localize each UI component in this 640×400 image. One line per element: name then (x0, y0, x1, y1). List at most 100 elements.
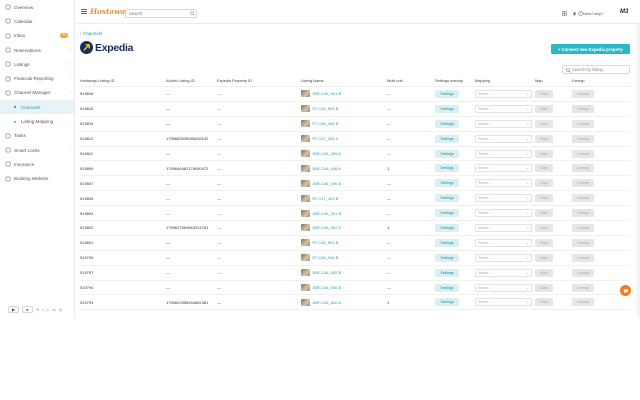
map-button[interactable]: Map (535, 298, 553, 307)
unmap-button[interactable]: Unmap (572, 119, 594, 128)
sidebar-item-booking-website[interactable]: Booking Website (0, 172, 74, 186)
sidebar-item-calendar[interactable]: Calendar (0, 14, 74, 28)
map-button[interactable]: Map (535, 268, 553, 277)
settings-button[interactable]: Settings (435, 134, 459, 143)
bell-icon[interactable] (572, 11, 577, 16)
settings-button[interactable]: Settings (435, 149, 459, 158)
map-button[interactable]: Map (535, 238, 553, 247)
settings-button[interactable]: Settings (435, 194, 459, 203)
sidebar-item-tasks[interactable]: Tasks (0, 129, 74, 143)
listing-name-link[interactable]: ST-C46_504 B (312, 106, 338, 111)
sidebar-item-listings[interactable]: Listings › (0, 57, 74, 71)
unmap-button[interactable]: Unmap (572, 179, 594, 188)
map-button[interactable]: Map (535, 104, 553, 113)
listing-name-link[interactable]: 1BR-C46_405 A (312, 151, 341, 156)
listing-name-link[interactable]: 1BR-C46_201 B (312, 211, 341, 216)
mapping-select[interactable]: Select... ⌄ (475, 238, 532, 247)
user-avatar[interactable]: M3 (620, 9, 628, 15)
settings-button[interactable]: Settings (435, 179, 459, 188)
mapping-select[interactable]: Select... ⌄ (475, 164, 532, 173)
hamburger-menu-icon[interactable] (81, 9, 87, 14)
grid-apps-icon[interactable] (562, 11, 567, 16)
sidebar-item-insurance[interactable]: Insurance (0, 157, 74, 171)
global-search-input[interactable] (125, 9, 197, 18)
sidebar-item-channel-manager[interactable]: Channel Manager › (0, 86, 74, 100)
map-button[interactable]: Map (535, 179, 553, 188)
settings-button[interactable]: Settings (435, 104, 459, 113)
listing-name-link[interactable]: 1BR-C46_502 A (312, 225, 341, 230)
back-to-channels-link[interactable]: ‹ Channels (80, 31, 102, 36)
unmap-button[interactable]: Unmap (572, 89, 594, 98)
mapping-select[interactable]: Select... ⌄ (475, 104, 532, 113)
mapping-select[interactable]: Select... ⌄ (475, 209, 532, 218)
sidebar-item-financial-reporting[interactable]: Financial Reporting › (0, 71, 74, 85)
map-button[interactable]: Map (535, 194, 553, 203)
sidebar-item-smart-locks[interactable]: Smart Locks › (0, 143, 74, 157)
listing-name-link[interactable]: 1BR-C46_506 B (312, 285, 341, 290)
sidebar-item-reservations[interactable]: Reservations › (0, 43, 74, 57)
map-button[interactable]: Map (535, 253, 553, 262)
unmap-button[interactable]: Unmap (572, 149, 594, 158)
map-button[interactable]: Map (535, 283, 553, 292)
settings-button[interactable]: Settings (435, 119, 459, 128)
apple-store-icon[interactable]: ● (22, 306, 33, 313)
unmap-button[interactable]: Unmap (572, 194, 594, 203)
map-button[interactable]: Map (535, 164, 553, 173)
mapping-select[interactable]: Select... ⌄ (475, 134, 532, 143)
mapping-select[interactable]: Select... ⌄ (475, 89, 532, 98)
search-listing-field[interactable]: Search by listing (562, 65, 630, 74)
connect-property-button[interactable]: + Connect new Expedia property (551, 44, 630, 54)
listing-name-link[interactable]: ST-C46_404 B (312, 121, 338, 126)
mapping-select[interactable]: Select... ⌄ (475, 253, 532, 262)
unmap-button[interactable]: Unmap (572, 268, 594, 277)
listing-name-link[interactable]: ST-C46_503 B (312, 240, 338, 245)
map-button[interactable]: Map (535, 223, 553, 232)
listing-name-link[interactable]: 1BR-C46_602 A (312, 300, 341, 305)
sidebar-subitem-channels[interactable]: Channels (0, 100, 74, 115)
need-help-link[interactable]: Need help? (583, 11, 603, 16)
app-logo[interactable]: Hostaway (90, 7, 130, 16)
settings-button[interactable]: Settings (435, 253, 459, 262)
settings-button[interactable]: Settings (435, 283, 459, 292)
listing-name-link[interactable]: ST-C47_403 B (312, 196, 338, 201)
map-button[interactable]: Map (535, 119, 553, 128)
chat-fab-button[interactable] (620, 285, 631, 296)
settings-button[interactable]: Settings (435, 164, 459, 173)
settings-button[interactable]: Settings (435, 298, 459, 307)
settings-button[interactable]: Settings (435, 223, 459, 232)
mapping-select[interactable]: Select... ⌄ (475, 298, 532, 307)
mapping-select[interactable]: Select... ⌄ (475, 119, 532, 128)
listing-name-link[interactable]: ST-C46_304 B (312, 255, 338, 260)
unmap-button[interactable]: Unmap (572, 134, 594, 143)
google-play-icon[interactable]: ▶ (8, 306, 19, 313)
map-button[interactable]: Map (535, 89, 553, 98)
youtube-icon[interactable]: ▷ (46, 307, 49, 312)
listing-name-link[interactable]: 1BR-C46_406 A (312, 166, 341, 171)
sidebar-item-overview[interactable]: Overview (0, 0, 74, 14)
settings-button[interactable]: Settings (435, 268, 459, 277)
listing-name-link[interactable]: ST-C47_304 A (312, 136, 338, 141)
map-button[interactable]: Map (535, 134, 553, 143)
unmap-button[interactable]: Unmap (572, 104, 594, 113)
instagram-icon[interactable]: ◎ (59, 307, 63, 312)
unmap-button[interactable]: Unmap (572, 223, 594, 232)
unmap-button[interactable]: Unmap (572, 209, 594, 218)
unmap-button[interactable]: Unmap (572, 164, 594, 173)
mapping-select[interactable]: Select... ⌄ (475, 223, 532, 232)
unmap-button[interactable]: Unmap (572, 238, 594, 247)
settings-button[interactable]: Settings (435, 238, 459, 247)
map-button[interactable]: Map (535, 209, 553, 218)
listing-name-link[interactable]: 1BR-C46_601 B (312, 91, 341, 96)
unmap-button[interactable]: Unmap (572, 298, 594, 307)
mapping-select[interactable]: Select... ⌄ (475, 268, 532, 277)
twitter-icon[interactable]: ✦ (36, 307, 39, 312)
settings-button[interactable]: Settings (435, 209, 459, 218)
linkedin-icon[interactable]: in (53, 307, 56, 312)
sidebar-subitem-listing-mapping[interactable]: Listing Mapping (0, 114, 74, 128)
unmap-button[interactable]: Unmap (572, 253, 594, 262)
sidebar-item-inbox[interactable]: Inbox 99 (0, 29, 74, 43)
facebook-icon[interactable]: f (42, 307, 43, 312)
mapping-select[interactable]: Select... ⌄ (475, 283, 532, 292)
map-button[interactable]: Map (535, 149, 553, 158)
mapping-select[interactable]: Select... ⌄ (475, 179, 532, 188)
